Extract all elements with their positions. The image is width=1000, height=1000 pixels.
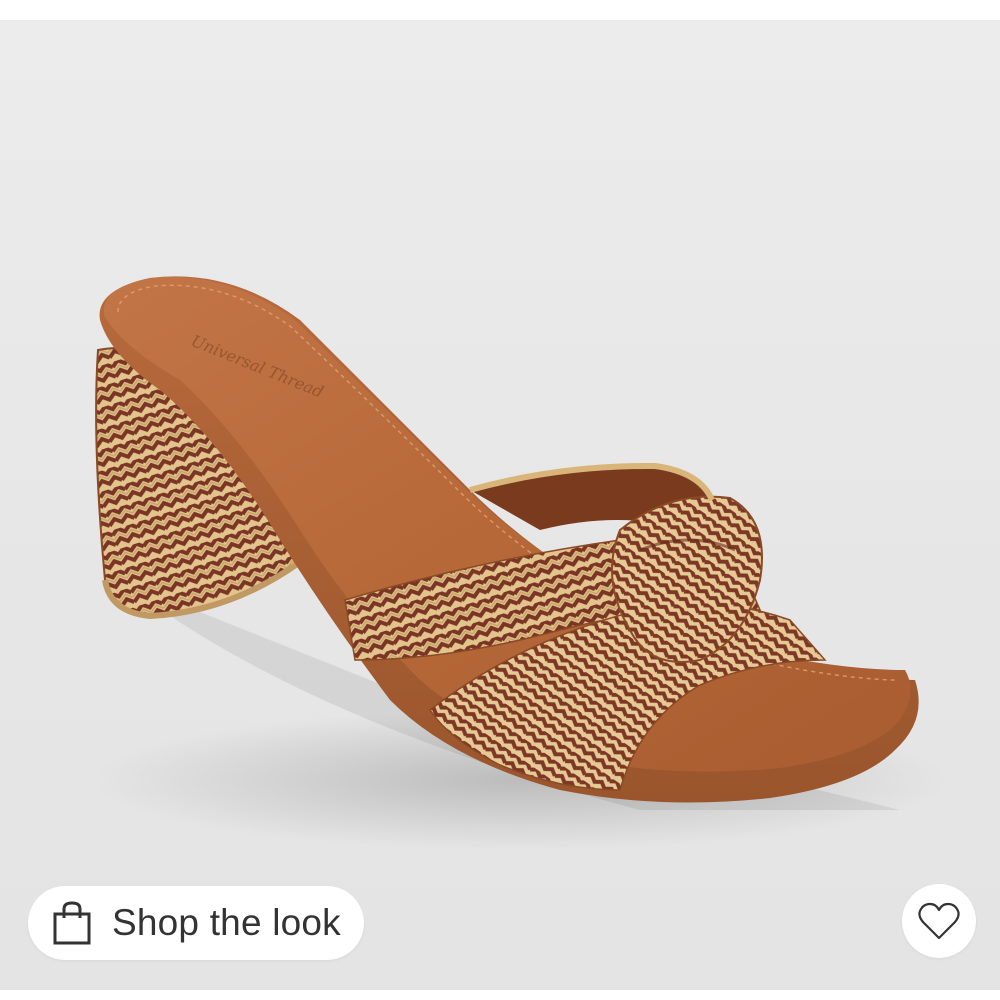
product-image-area[interactable]: Universal Thread xyxy=(0,20,1000,990)
sandal-product-image: Universal Thread xyxy=(90,276,950,850)
heart-outline-icon xyxy=(918,902,960,940)
shopping-bag-icon xyxy=(53,901,91,945)
shop-the-look-button[interactable]: Shop the look xyxy=(28,886,364,960)
product-image-viewer: Universal Thread Shop the look xyxy=(0,0,1000,1000)
shop-the-look-label: Shop the look xyxy=(112,902,341,943)
favorite-button[interactable] xyxy=(902,884,976,958)
